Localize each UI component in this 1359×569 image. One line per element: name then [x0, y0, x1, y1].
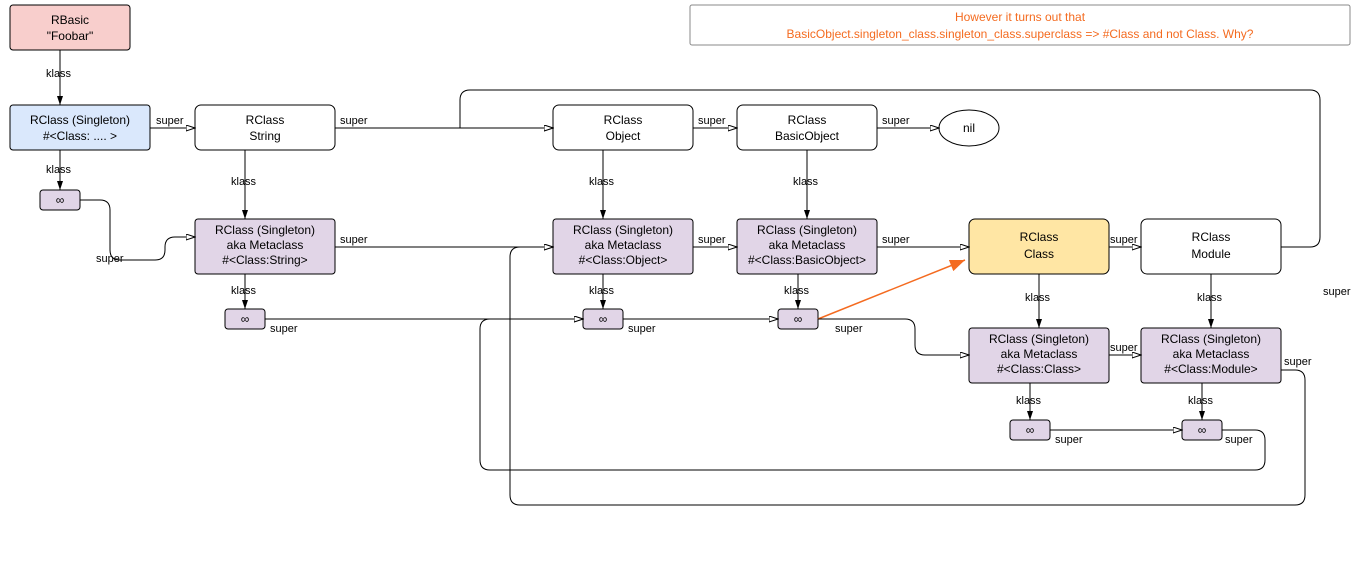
lbl-infclass-super: super	[1055, 434, 1083, 446]
inf-foobar: ∞	[56, 193, 65, 207]
lbl-object-super: super	[698, 115, 726, 127]
node-object	[553, 105, 693, 150]
mod-l1: RClass	[1192, 230, 1231, 244]
lbl-mstring-super: super	[340, 234, 368, 246]
mklass-l3: #<Class:Class>	[997, 362, 1081, 376]
lbl-infbasic-super: super	[835, 323, 863, 335]
node-basicobject	[737, 105, 877, 150]
lbl-mclass-super: super	[1110, 342, 1138, 354]
string-l2: String	[249, 129, 280, 143]
lbl-infmodule-super: super	[1225, 434, 1253, 446]
inf-object: ∞	[599, 312, 608, 326]
lbl-object-klass: klass	[589, 176, 615, 188]
rbasic-l1: RBasic	[51, 13, 89, 27]
lbl-mstring-klass: klass	[231, 285, 257, 297]
lbl-mclass-klass: klass	[1016, 395, 1042, 407]
mstr-l1: RClass (Singleton)	[215, 223, 315, 237]
lbl-basicobject-klass: klass	[793, 176, 819, 188]
node-rbasic	[10, 5, 130, 50]
lbl-basicobject-super: super	[882, 115, 910, 127]
lbl-mbasicobject-super: super	[882, 234, 910, 246]
callout-line2: BasicObject.singleton_class.singleton_cl…	[787, 27, 1254, 41]
lbl-class-super: super	[1110, 234, 1138, 246]
string-l1: RClass	[246, 113, 285, 127]
mmod-l3: #<Class:Module>	[1164, 362, 1257, 376]
obj-l1: RClass	[604, 113, 643, 127]
lbl-mobject-klass: klass	[589, 285, 615, 297]
mstr-l2: aka Metaclass	[227, 238, 304, 252]
klass-l1: RClass	[1020, 230, 1059, 244]
lbl-mobject-super: super	[698, 234, 726, 246]
mmod-l1: RClass (Singleton)	[1161, 332, 1261, 346]
inf-class: ∞	[1026, 423, 1035, 437]
mbo-l2: aka Metaclass	[769, 238, 846, 252]
node-singleton-foobar	[10, 105, 150, 150]
bo-l1: RClass	[788, 113, 827, 127]
inf-string: ∞	[241, 312, 250, 326]
rbasic-l2: "Foobar"	[47, 29, 94, 43]
lbl-inf1-super: super	[96, 253, 124, 265]
mstr-l3: #<Class:String>	[222, 253, 307, 267]
klass-l2: Class	[1024, 247, 1054, 261]
lbl-mbasicobject-klass: klass	[784, 285, 810, 297]
mmod-l2: aka Metaclass	[1173, 347, 1250, 361]
node-string	[195, 105, 335, 150]
nil-l1: nil	[963, 121, 975, 135]
lbl-infobject-super: super	[628, 323, 656, 335]
mobj-l3: #<Class:Object>	[579, 253, 668, 267]
lbl-sfoo-klass: klass	[46, 164, 72, 176]
lbl-sfoo-super: super	[156, 115, 184, 127]
sfoo-l2: #<Class: .... >	[43, 129, 117, 143]
lbl-infstring-super: super	[270, 323, 298, 335]
mod-l2: Module	[1191, 247, 1231, 261]
lbl-string-klass: klass	[231, 176, 257, 188]
mbo-l1: RClass (Singleton)	[757, 223, 857, 237]
inf-module: ∞	[1198, 423, 1207, 437]
bo-l2: BasicObject	[775, 129, 840, 143]
mobj-l2: aka Metaclass	[585, 238, 662, 252]
lbl-mmodule-klass: klass	[1188, 395, 1214, 407]
edge-inf1-super	[80, 200, 195, 260]
lbl-module-super: super	[1323, 286, 1351, 298]
obj-l2: Object	[606, 129, 641, 143]
mobj-l1: RClass (Singleton)	[573, 223, 673, 237]
mklass-l2: aka Metaclass	[1001, 347, 1078, 361]
lbl-rbasic-klass: klass	[46, 68, 72, 80]
inf-basicobject: ∞	[794, 312, 803, 326]
lbl-string-super: super	[340, 115, 368, 127]
lbl-mmodule-super: super	[1284, 356, 1312, 368]
callout-line1: However it turns out that	[955, 10, 1086, 24]
mklass-l1: RClass (Singleton)	[989, 332, 1089, 346]
sfoo-l1: RClass (Singleton)	[30, 113, 130, 127]
mbo-l3: #<Class:BasicObject>	[748, 253, 866, 267]
lbl-module-klass: klass	[1197, 292, 1223, 304]
lbl-class-klass: klass	[1025, 292, 1051, 304]
